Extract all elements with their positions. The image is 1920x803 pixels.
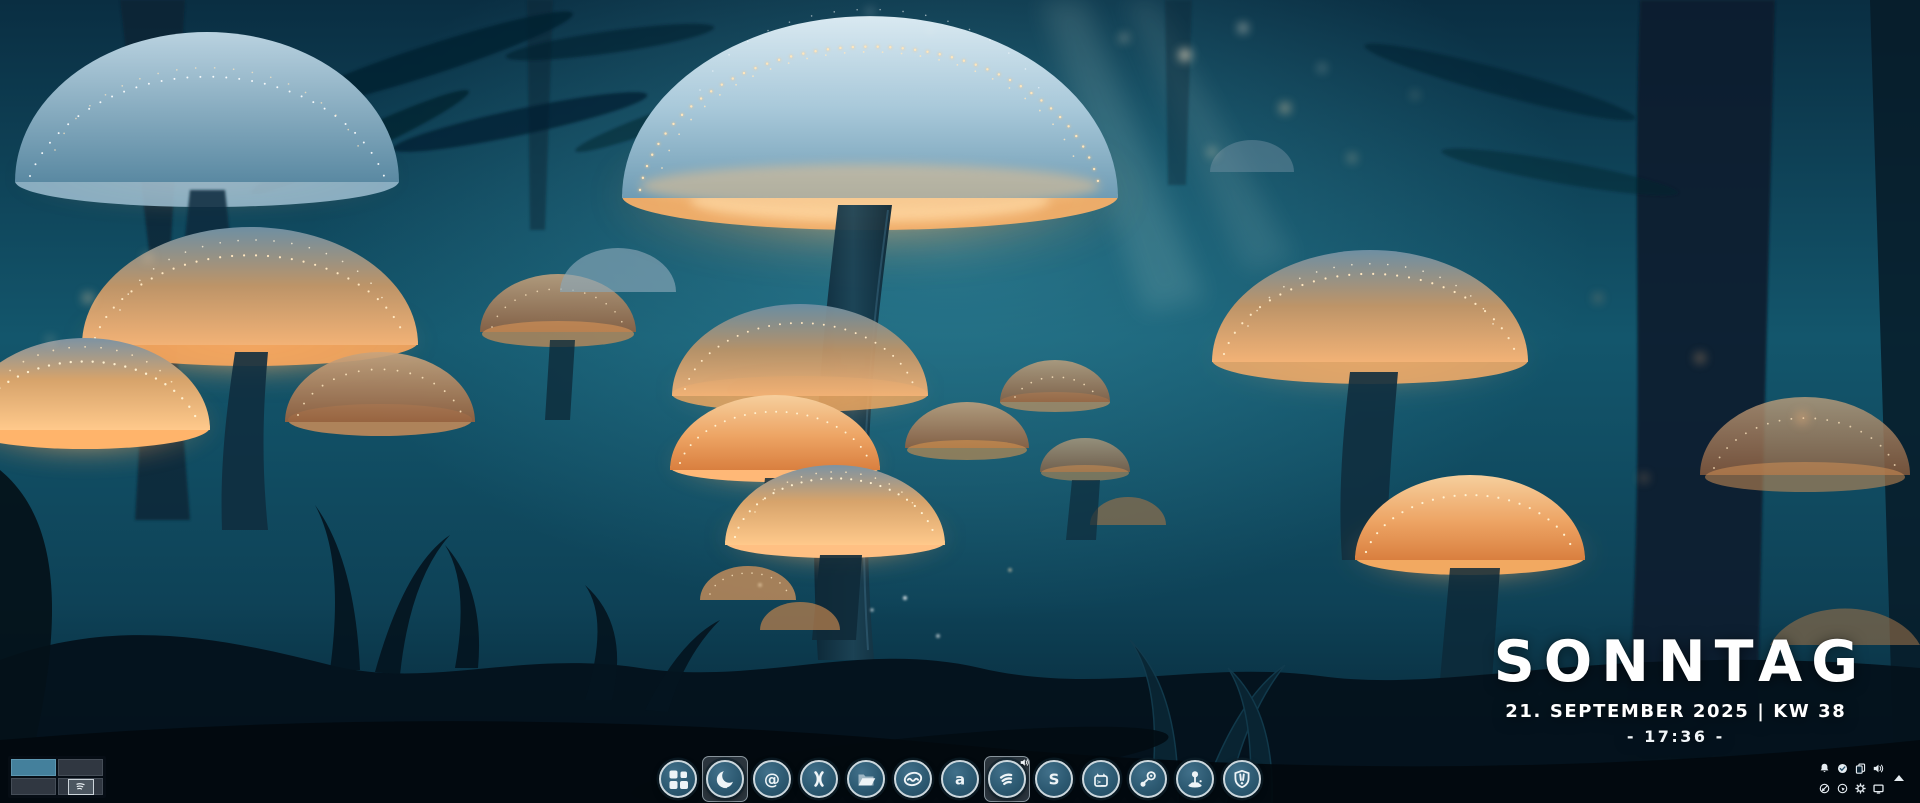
workspace-2[interactable]	[58, 759, 103, 776]
display-icon[interactable]	[1870, 780, 1887, 797]
letter-s-icon: S	[1043, 768, 1065, 790]
day-name: SONNTAG	[1494, 634, 1867, 691]
date-line: 21. SEPTEMBER 2025 | KW 38	[1494, 701, 1858, 722]
steam-valve-icon	[1137, 768, 1159, 790]
time-line: - 17:36 -	[1494, 727, 1858, 746]
joystick-icon	[1184, 768, 1206, 790]
dock-icon-moon-app[interactable]	[706, 760, 744, 798]
at-sign-icon: @	[761, 768, 783, 790]
letter-a-icon: a	[949, 768, 971, 790]
clock-widget: SONNTAG 21. SEPTEMBER 2025 | KW 38 - 17:…	[1494, 634, 1858, 746]
audio-playing-badge	[1019, 757, 1030, 768]
dock-icon-parentheses-app[interactable]	[800, 760, 838, 798]
dock-icon-file-manager[interactable]	[847, 760, 885, 798]
tray-expander-arrow[interactable]	[1894, 775, 1904, 781]
sound-waves-icon	[996, 768, 1018, 790]
clipboard-icon[interactable]	[1852, 760, 1869, 777]
system-tray	[1816, 760, 1904, 797]
svg-text:a: a	[955, 771, 965, 789]
crescent-moon-icon	[714, 768, 736, 790]
workspace-1[interactable]	[11, 759, 56, 776]
workspace-4[interactable]	[58, 778, 103, 795]
folder-icon	[855, 768, 877, 790]
dock-icon-letter-a-app[interactable]: a	[941, 760, 979, 798]
svg-text:S: S	[1049, 771, 1060, 789]
svg-text:@: @	[764, 770, 780, 789]
dock-icon-terminal-app[interactable]: >_	[1082, 760, 1120, 798]
dock-icon-wave-oval-app[interactable]	[894, 760, 932, 798]
pointer-circle-icon[interactable]	[1834, 780, 1851, 797]
workspace-window-thumbnail	[68, 779, 94, 795]
night-color-icon[interactable]	[1816, 780, 1833, 797]
tray-icons	[1816, 760, 1887, 797]
dock-icon-shield-app[interactable]	[1223, 760, 1261, 798]
dock-icon-letter-s-app[interactable]: S	[1035, 760, 1073, 798]
grid-of-squares-icon	[667, 768, 689, 790]
workspace-pager	[8, 756, 106, 798]
dock-icon-at-sign-app[interactable]: @	[753, 760, 791, 798]
monster-terminal-icon: >_	[1090, 768, 1112, 790]
volume-icon[interactable]	[1870, 760, 1887, 777]
audio-wave-icon	[75, 782, 86, 791]
dock-icon-steam[interactable]	[1129, 760, 1167, 798]
dock-icon-app-launcher[interactable]	[659, 760, 697, 798]
check-circle-icon[interactable]	[1834, 760, 1851, 777]
dock-icon-music-player[interactable]	[988, 760, 1026, 798]
back-to-back-parentheses-icon	[808, 768, 830, 790]
wave-in-oval-icon	[902, 768, 924, 790]
svg-text:>_: >_	[1097, 778, 1105, 786]
shield-exclamation-icon	[1231, 768, 1253, 790]
notifications-bell-icon[interactable]	[1816, 760, 1833, 777]
settings-gear-icon[interactable]	[1852, 780, 1869, 797]
dock-icon-game-launcher[interactable]	[1176, 760, 1214, 798]
dock: @ a	[659, 760, 1261, 798]
workspace-3[interactable]	[11, 778, 56, 795]
